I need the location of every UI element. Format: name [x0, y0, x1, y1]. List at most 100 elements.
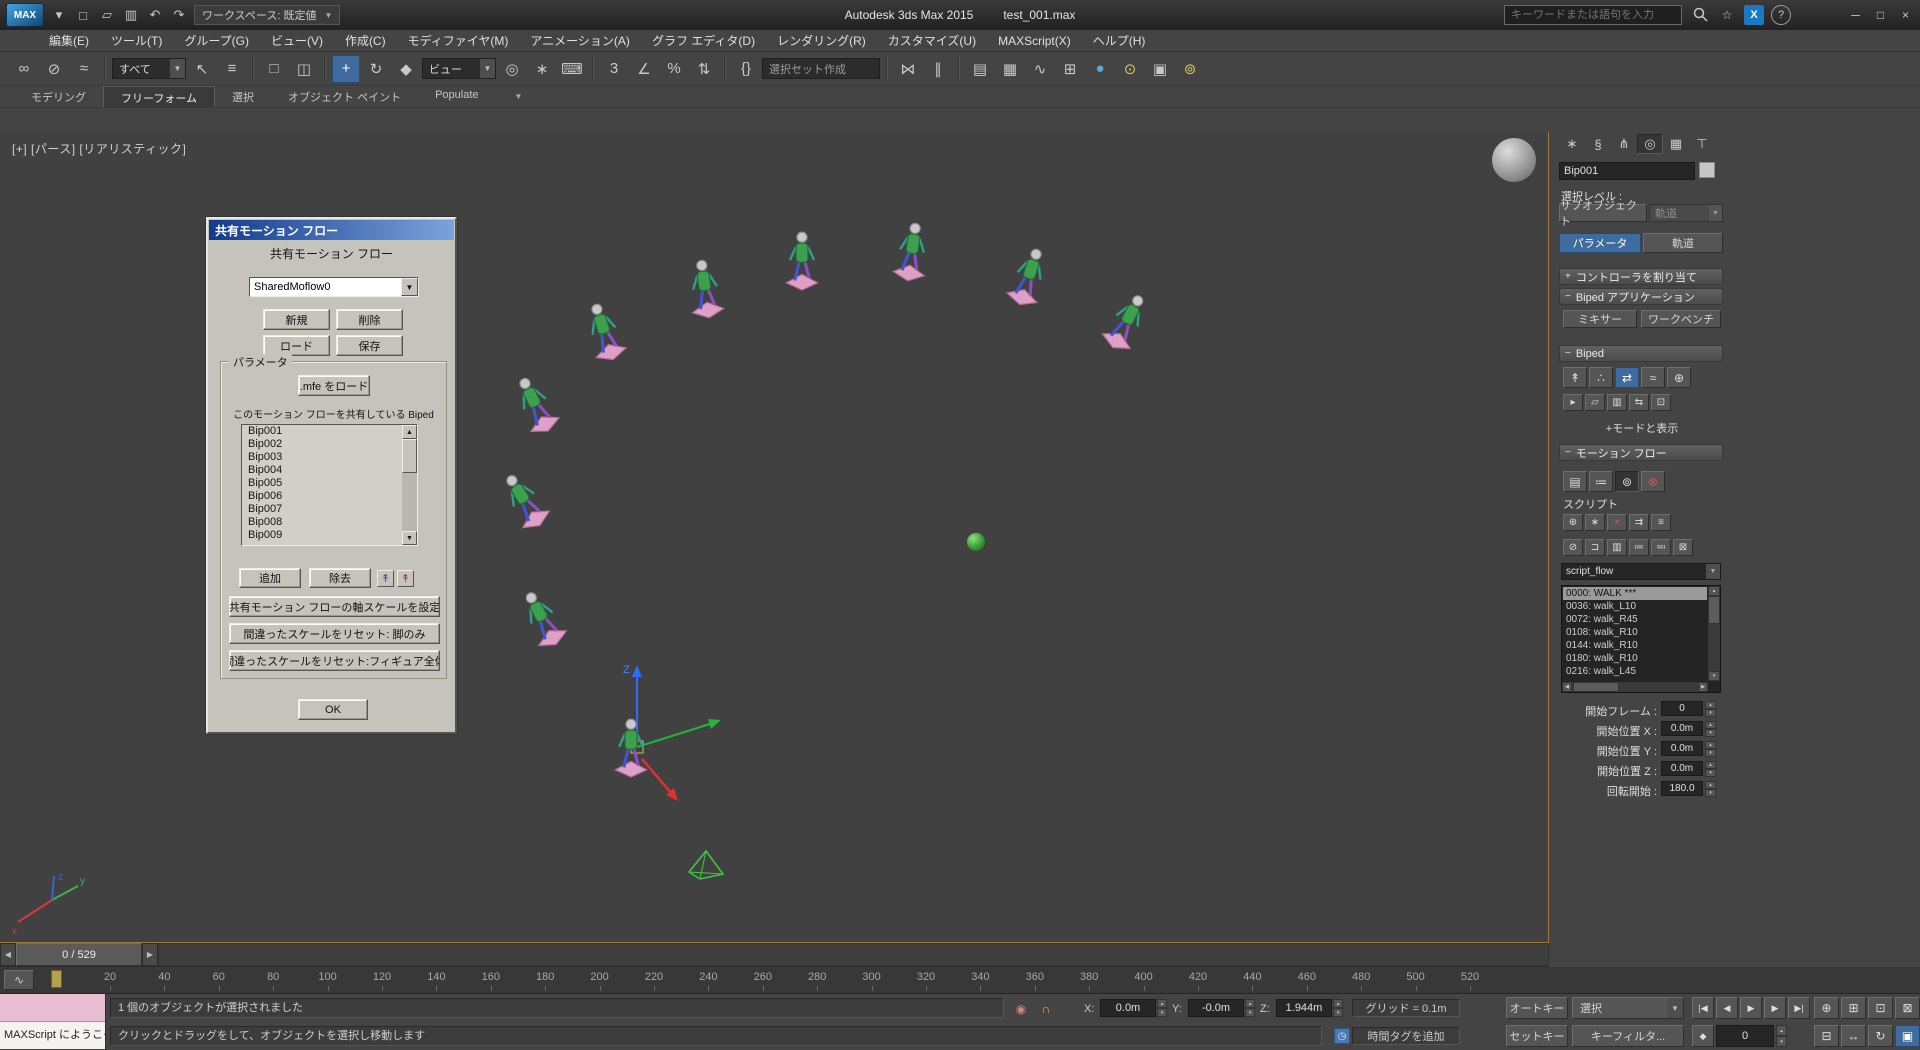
add-button[interactable]: 追加 [239, 568, 301, 588]
listener-pane[interactable]: MAXScript にようこそ [0, 1022, 105, 1049]
maximize-viewport-toggle[interactable]: ▣ [1895, 1025, 1920, 1047]
reset-figure-button[interactable]: 間違ったスケールをリセット:フィギュア全体 [229, 650, 440, 671]
utilities-tab-icon[interactable]: ⊤ [1689, 134, 1715, 154]
subobject-button[interactable]: サブオブジェクト [1559, 204, 1647, 222]
motion-tab-icon[interactable]: ◎ [1637, 134, 1663, 154]
render-production-icon[interactable]: ⊚ [1176, 55, 1204, 83]
close-button[interactable]: × [1894, 5, 1917, 25]
biped-figure[interactable] [1096, 284, 1158, 357]
align-icon[interactable]: ∥ [924, 55, 952, 83]
spin-up-icon[interactable]: ▴ [1776, 1025, 1787, 1036]
biped-figure[interactable] [492, 463, 556, 536]
trajectories-tab-button[interactable]: 軌道 [1643, 233, 1723, 253]
menu-item[interactable]: レンダリング(R) [766, 30, 877, 52]
menu-item[interactable]: グループ(G) [173, 30, 260, 52]
biped-tools-icon[interactable]: ⊡ [1651, 394, 1671, 411]
spin-down-icon[interactable]: ▾ [1776, 1036, 1787, 1047]
param-spinner[interactable]: ▴▾ [1705, 741, 1716, 756]
add-time-tag[interactable]: 時間タグを追加 [1352, 1027, 1460, 1045]
scrollbar-thumb[interactable] [1708, 596, 1720, 624]
biped-list-item[interactable]: Bip003 [242, 451, 417, 464]
menu-item[interactable]: ツール(T) [100, 30, 173, 52]
biped-list-item[interactable]: Bip001 [242, 425, 417, 438]
rollout-biped-apps[interactable]: − Biped アプリケーション [1559, 288, 1723, 305]
viewport-label[interactable]: [+] [パース] [リアリスティック] [12, 140, 186, 157]
scroll-down-icon[interactable]: ▾ [1708, 671, 1720, 681]
curve-editor-icon[interactable]: ∿ [1026, 55, 1054, 83]
figure-mode-icon[interactable]: ↟ [1563, 367, 1587, 388]
scroll-up-icon[interactable]: ▴ [1708, 586, 1720, 596]
menu-item[interactable]: ヘルプ(H) [1082, 30, 1157, 52]
show-script-graph-icon[interactable]: ▤ [1563, 471, 1587, 492]
biped-figure[interactable] [683, 254, 728, 322]
new-scene-icon[interactable]: □ [72, 4, 94, 26]
biped-list-item[interactable]: Bip006 [242, 490, 417, 503]
reset-legs-button[interactable]: 間違ったスケールをリセット: 脚のみ [229, 623, 440, 644]
unify-motion-icon[interactable]: ⊗ [1641, 471, 1665, 492]
load-biped-file-icon[interactable]: ▱ [1585, 394, 1605, 411]
clip-list[interactable]: 0000: WALK ***0036: walk_L100072: walk_R… [1561, 585, 1721, 693]
spin-up-icon[interactable]: ▴ [1705, 741, 1716, 749]
x-spinner[interactable]: ▴ ▾ [1157, 999, 1167, 1017]
field-of-view-icon[interactable]: ⊟ [1814, 1025, 1839, 1047]
redo-icon[interactable]: ↷ [168, 4, 190, 26]
param-value-field[interactable]: 180.0 [1661, 781, 1703, 796]
selection-lock-icon[interactable]: ∩ [1037, 1001, 1055, 1017]
biped-list-item[interactable]: Bip007 [242, 503, 417, 516]
convert-icon[interactable]: ⇆ [1629, 394, 1649, 411]
spin-down-icon[interactable]: ▾ [1333, 1008, 1343, 1017]
ribbon-tab[interactable]: オブジェクト ペイント [271, 86, 418, 107]
menu-item[interactable]: カスタマイズ(U) [877, 30, 987, 52]
render-setup-icon[interactable]: ⊙ [1116, 55, 1144, 83]
biped-list-scrollbar[interactable]: ▲ ▼ [402, 425, 417, 545]
clip-list-hscrollbar[interactable]: ◀ ▶ [1562, 682, 1708, 692]
mirror-icon[interactable]: ⋈ [894, 55, 922, 83]
snaps-toggle-icon[interactable]: 3 [600, 55, 628, 83]
scroll-left-icon[interactable]: ◀ [1562, 682, 1572, 692]
set-key-button[interactable]: セットキー [1506, 1025, 1568, 1047]
paste-transition-icon[interactable]: ▥ [1607, 539, 1627, 556]
help-icon[interactable]: ? [1771, 5, 1791, 25]
biped-list[interactable]: Bip001Bip002Bip003Bip004Bip005Bip006Bip0… [241, 424, 418, 546]
ok-button[interactable]: OK [298, 699, 368, 720]
new-button[interactable]: 新規 [263, 309, 330, 330]
create-tab-icon[interactable]: ∗ [1559, 134, 1585, 154]
unlink-selection-icon[interactable]: ⊘ [40, 55, 68, 83]
clip-item[interactable]: 0000: WALK *** [1563, 587, 1707, 600]
clip-item[interactable]: 0036: walk_L10 [1563, 600, 1707, 613]
shared-motion-flow-icon[interactable]: ⊚ [1615, 471, 1639, 492]
dialog-title-bar[interactable]: 共有モーション フロー [209, 220, 454, 240]
param-value-field[interactable]: 0.0m [1661, 761, 1703, 776]
workspace-dropdown[interactable]: ワークスペース: 既定値 ▼ [194, 5, 340, 25]
zoom-extents-icon[interactable]: ⊡ [1868, 997, 1893, 1019]
select-clip-icon[interactable]: ⇉ [1629, 514, 1649, 531]
param-value-field[interactable]: 0.0m [1661, 721, 1703, 736]
biped-figure-selected[interactable] [613, 715, 649, 779]
copy-transition-icon[interactable]: ⊐ [1585, 539, 1605, 556]
go-to-start-button[interactable]: |◀ [1692, 997, 1714, 1019]
add-biped-icon[interactable]: ↟ [377, 570, 394, 587]
load-button[interactable]: ロード [263, 335, 330, 356]
reference-coordinate-dropdown[interactable]: ビュー▼ [422, 58, 496, 79]
next-frame-button[interactable]: ▶ [1764, 997, 1786, 1019]
next-frame-arrow[interactable]: ▶ [142, 943, 158, 966]
spin-down-icon[interactable]: ▾ [1157, 1008, 1167, 1017]
zoom-icon[interactable]: ⊕ [1814, 997, 1839, 1019]
spin-up-icon[interactable]: ▴ [1157, 999, 1167, 1008]
mixer-button[interactable]: ミキサー [1563, 310, 1637, 328]
shared-moflow-dropdown[interactable]: SharedMoflow0 ▼ [249, 277, 419, 297]
selection-region-icon[interactable]: □ [260, 55, 288, 83]
clip-item[interactable]: 0180: walk_R10 [1563, 652, 1707, 665]
rollout-assign-controller[interactable]: + コントローラを割り当て [1559, 268, 1723, 285]
delete-button[interactable]: 削除 [336, 309, 403, 330]
define-script-icon[interactable]: ≔ [1589, 471, 1613, 492]
param-value-field[interactable]: 0 [1661, 701, 1703, 716]
clip-list-vscrollbar[interactable]: ▴ ▾ [1708, 586, 1720, 681]
schematic-view-icon[interactable]: ⊞ [1056, 55, 1084, 83]
y-spinner[interactable]: ▴ ▾ [1245, 999, 1255, 1017]
biped-figure[interactable] [784, 228, 820, 292]
biped-figure[interactable] [1002, 240, 1056, 312]
select-by-name-icon[interactable]: ≡ [218, 55, 246, 83]
scroll-down-icon[interactable]: ▼ [402, 531, 417, 545]
scrollbar-thumb[interactable] [1573, 682, 1619, 692]
